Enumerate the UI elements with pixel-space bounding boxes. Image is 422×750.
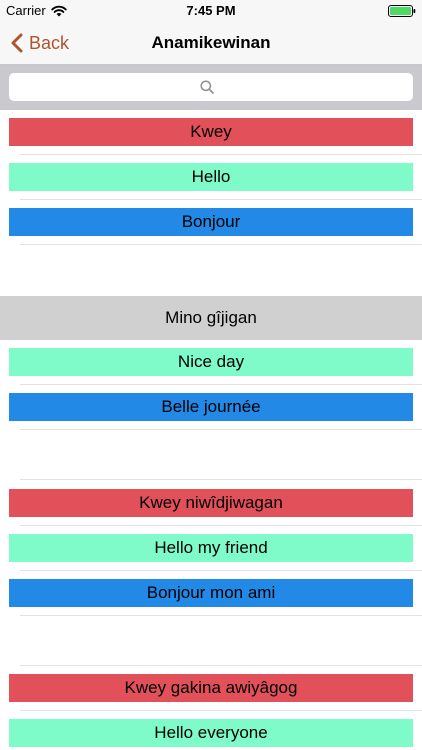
row-separator [20,199,422,200]
list-item[interactable]: Hello my friend [9,534,413,562]
row-separator [20,384,422,385]
list-item[interactable]: Belle journée [9,393,413,421]
page-title: Anamikewinan [151,33,271,52]
row-separator [20,244,422,245]
status-bar: Carrier 7:45 PM [0,0,422,22]
row-separator [20,665,422,666]
row-separator [20,525,422,526]
row-separator [20,710,422,711]
battery-icon [388,5,416,17]
list-item[interactable]: Bonjour [9,208,413,236]
status-time: 7:45 PM [186,3,236,18]
list-item[interactable]: Hello [9,163,413,191]
row-separator [20,479,422,480]
row-separator [20,615,422,616]
list-item[interactable]: Hello everyone [9,719,413,747]
list-item[interactable]: Kwey gakina awiyâgog [9,674,413,702]
row-separator [20,154,422,155]
row-separator [20,570,422,571]
list-item[interactable]: Nice day [9,348,413,376]
list-item[interactable]: Kwey [9,118,413,146]
list-item[interactable]: Bonjour mon ami [9,579,413,607]
list-item[interactable]: Kwey niwîdjiwagan [9,489,413,517]
search-bar [0,65,422,110]
navigation-bar: Back Anamikewinan [0,22,422,65]
search-input[interactable] [9,73,413,101]
row-separator [20,429,422,430]
section-header: Mino gîjigan [0,296,422,340]
